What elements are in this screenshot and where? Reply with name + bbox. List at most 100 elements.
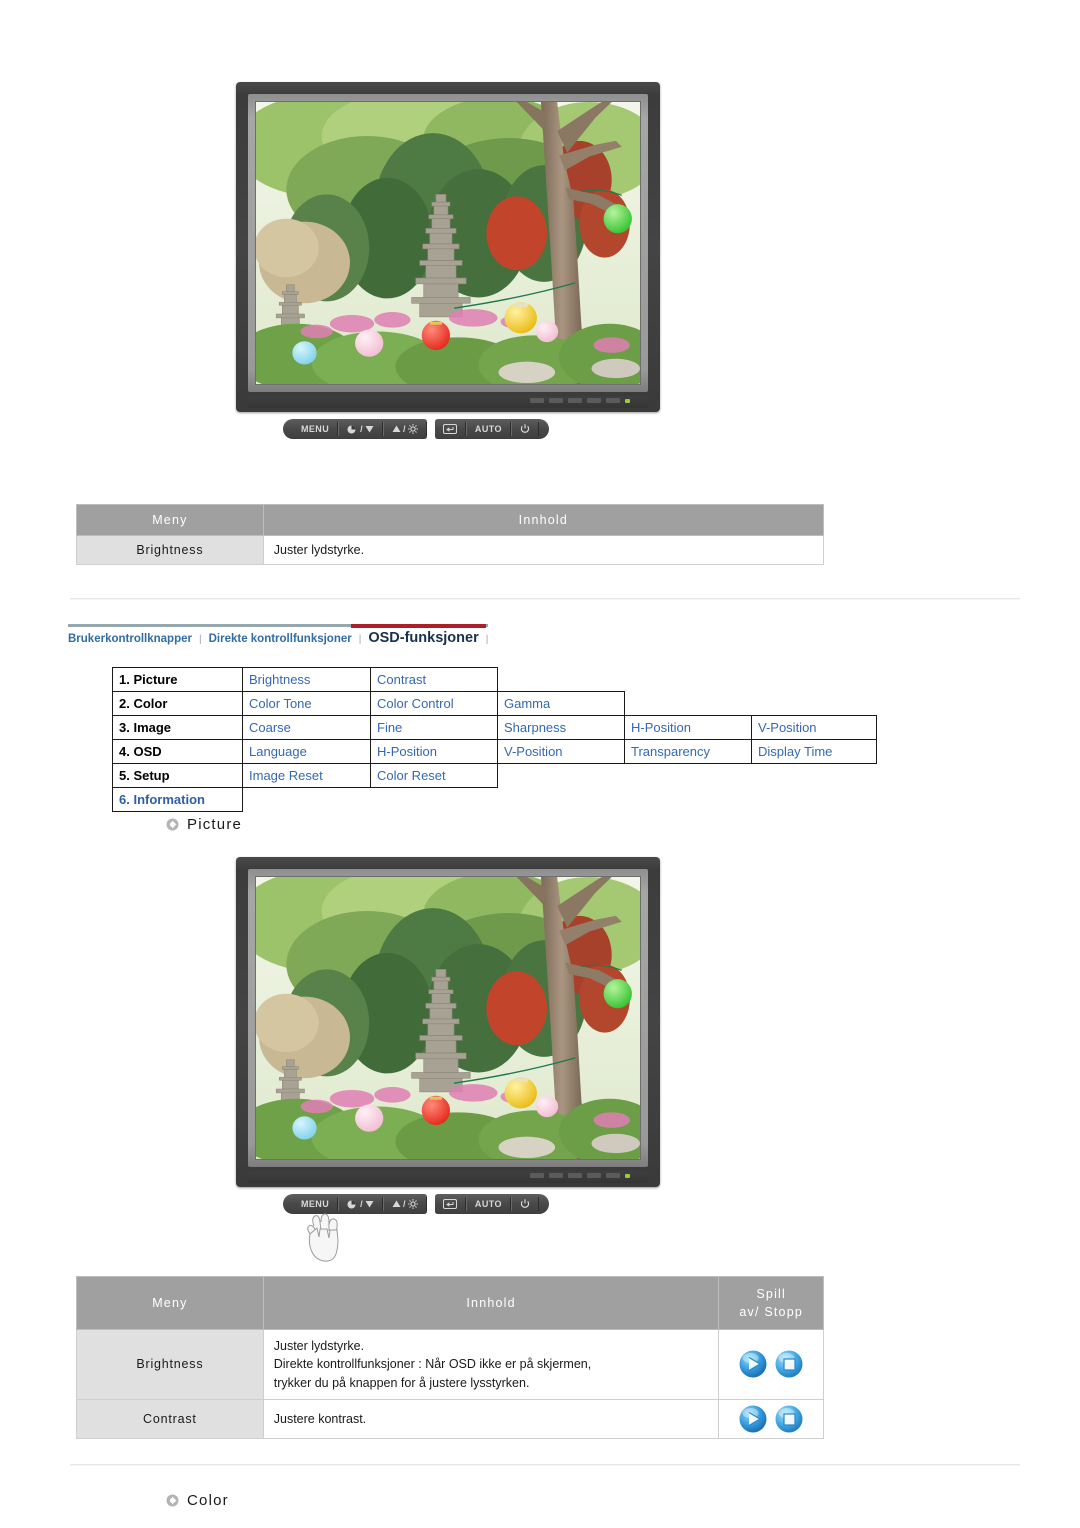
section-divider-top [70, 598, 1020, 600]
monitor-illustration-bottom: MENU / / AUTO [236, 857, 660, 1215]
monitor-body [236, 857, 660, 1187]
enter-button[interactable] [435, 1197, 466, 1211]
up-brightness-button[interactable]: / [383, 1197, 427, 1211]
col-header-innhold: Innhold [262, 504, 825, 536]
osd-category-setup[interactable]: 5. Setup [112, 763, 243, 788]
section-heading-color: Color [166, 1492, 229, 1509]
play-button-icon[interactable] [738, 1349, 768, 1379]
source-icon [347, 1200, 356, 1208]
osd-item-h-position-osd[interactable]: H-Position [370, 739, 498, 764]
osd-row-color: 2. Color Color Tone Color Control Gamma [112, 691, 877, 716]
osd-item-gamma[interactable]: Gamma [497, 691, 625, 716]
menu-button[interactable]: MENU [293, 422, 339, 436]
osd-cell-empty [498, 668, 877, 692]
nav-separator: | [485, 634, 489, 645]
auto-button[interactable]: AUTO [465, 422, 511, 436]
table-row: Contrast Justere kontrast. [76, 1398, 824, 1439]
nav-separator: | [198, 634, 202, 645]
monitor-button-bar-top: MENU / / AUTO [283, 418, 613, 440]
enter-button[interactable] [435, 422, 466, 436]
osd-item-brightness[interactable]: Brightness [242, 667, 371, 692]
power-led-indicator [625, 1173, 630, 1178]
bezel-button-marks [530, 1173, 630, 1178]
power-icon [520, 424, 530, 433]
osd-item-v-position-osd[interactable]: V-Position [497, 739, 625, 764]
monitor-screen [255, 876, 641, 1160]
play-stop-cell-contrast [718, 1398, 824, 1439]
menu-name-brightness: Brightness [76, 535, 264, 565]
auto-button[interactable]: AUTO [465, 1197, 511, 1211]
col-header-meny: Meny [76, 504, 264, 536]
stop-button-icon[interactable] [774, 1404, 804, 1434]
menu-name-contrast: Contrast [76, 1398, 264, 1439]
osd-item-language[interactable]: Language [242, 739, 371, 764]
osd-cell-empty [625, 692, 877, 716]
brightness-icon [407, 1199, 418, 1209]
nav-item-direkte-kontrollfunksjoner[interactable]: Direkte kontrollfunksjoner [209, 633, 352, 645]
bezel-button-marks [530, 398, 630, 403]
button-group-right: AUTO [434, 1194, 549, 1214]
up-brightness-button[interactable]: / [383, 422, 427, 436]
osd-category-osd[interactable]: 4. OSD [112, 739, 243, 764]
osd-item-sharpness[interactable]: Sharpness [497, 715, 625, 740]
section-heading-label: Picture [187, 816, 243, 833]
garden-photo [256, 102, 640, 384]
section-heading-label: Color [187, 1492, 229, 1509]
osd-row-setup: 5. Setup Image Reset Color Reset [112, 763, 877, 788]
osd-item-v-position-image[interactable]: V-Position [751, 715, 877, 740]
osd-item-transparency[interactable]: Transparency [624, 739, 752, 764]
power-button[interactable] [510, 1197, 539, 1211]
osd-item-coarse[interactable]: Coarse [242, 715, 371, 740]
up-arrow-icon [392, 1200, 401, 1207]
col-header-meny: Meny [76, 1275, 264, 1331]
osd-cell-empty [498, 764, 877, 788]
osd-category-image[interactable]: 3. Image [112, 715, 243, 740]
source-icon [347, 425, 356, 433]
enter-icon [442, 424, 457, 434]
monitor-bezel [248, 869, 648, 1167]
power-icon [520, 1199, 530, 1208]
osd-item-color-tone[interactable]: Color Tone [242, 691, 371, 716]
nav-item-list: Brukerkontrollknapper | Direkte kontroll… [68, 630, 495, 646]
col-header-spill-av-stopp: Spill av/ Stopp [718, 1275, 824, 1331]
menu-button[interactable]: MENU [293, 1197, 339, 1211]
button-group-right: AUTO [434, 419, 549, 439]
col-header-line2: av/ Stopp [739, 1305, 804, 1320]
source-down-button[interactable]: / [338, 1197, 384, 1211]
nav-separator: | [358, 634, 362, 645]
osd-functions-table: Meny Innhold Spill av/ Stopp Brightness … [76, 1275, 824, 1439]
play-button-icon[interactable] [738, 1404, 768, 1434]
col-header-innhold: Innhold [262, 1275, 720, 1331]
monitor-bezel [248, 94, 648, 392]
osd-item-color-reset[interactable]: Color Reset [370, 763, 498, 788]
stop-button-icon[interactable] [774, 1349, 804, 1379]
osd-row-information: 6. Information [112, 787, 877, 812]
garden-photo [256, 877, 640, 1159]
section-divider-bottom [70, 1464, 1020, 1466]
source-down-button[interactable]: / [338, 422, 384, 436]
osd-category-information[interactable]: 6. Information [112, 787, 243, 812]
description-line: trykker du på knappen for å justere lyss… [273, 1375, 530, 1390]
osd-item-image-reset[interactable]: Image Reset [242, 763, 371, 788]
osd-cell-empty [243, 788, 877, 812]
breadcrumb-nav: Brukerkontrollknapper | Direkte kontroll… [68, 624, 488, 654]
osd-item-h-position-image[interactable]: H-Position [624, 715, 752, 740]
osd-category-picture[interactable]: 1. Picture [112, 667, 243, 692]
table-row: Brightness Juster lydstyrke. [76, 535, 825, 565]
power-led-indicator [625, 398, 630, 403]
nav-item-osd-funksjoner[interactable]: OSD-funksjoner [368, 630, 478, 646]
play-stop-group [723, 1349, 819, 1379]
osd-item-contrast[interactable]: Contrast [370, 667, 498, 692]
osd-item-display-time[interactable]: Display Time [751, 739, 877, 764]
osd-item-color-control[interactable]: Color Control [370, 691, 498, 716]
description-line: Direkte kontrollfunksjoner : Når OSD ikk… [273, 1357, 592, 1372]
power-button[interactable] [510, 422, 539, 436]
osd-category-color[interactable]: 2. Color [112, 691, 243, 716]
osd-row-picture: 1. Picture Brightness Contrast [112, 667, 877, 692]
nav-item-brukerkontrollknapper[interactable]: Brukerkontrollknapper [68, 633, 192, 645]
osd-item-fine[interactable]: Fine [370, 715, 498, 740]
table-header-row: Meny Innhold [76, 504, 825, 536]
button-group-left: MENU / / [283, 419, 427, 439]
enter-icon [442, 1199, 457, 1209]
up-arrow-icon [392, 425, 401, 432]
